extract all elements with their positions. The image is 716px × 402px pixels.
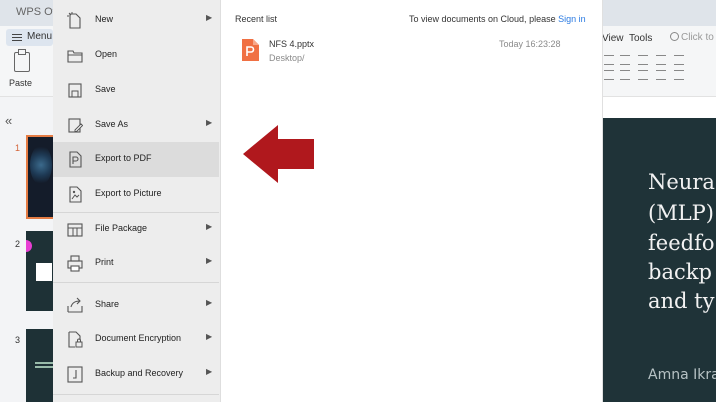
slide-title-line: feedfo xyxy=(648,231,715,255)
align-left-icon[interactable] xyxy=(604,70,614,80)
menu-item-share[interactable]: Share ▶ xyxy=(53,288,219,323)
share-icon xyxy=(67,297,83,313)
file-menu: New ▶ Open Save Save As ▶ Export to PDF xyxy=(53,0,221,402)
search-box[interactable]: Click to xyxy=(670,32,714,43)
submenu-arrow-icon: ▶ xyxy=(206,298,213,307)
menu-item-label: Export to PDF xyxy=(95,153,152,163)
list-icon[interactable] xyxy=(604,55,614,65)
slide-image xyxy=(36,263,52,281)
submenu-arrow-icon: ▶ xyxy=(206,222,213,231)
sign-in-link[interactable]: Sign in xyxy=(558,14,586,24)
submenu-arrow-icon: ▶ xyxy=(206,13,213,22)
menu-item-print[interactable]: Print ▶ xyxy=(53,246,219,281)
menu-item-label: Save xyxy=(95,84,116,94)
slide-canvas[interactable]: Neura (MLP) feedfo backp and ty Amna Ikr… xyxy=(602,118,716,402)
menu-item-label: Export to Picture xyxy=(95,188,162,198)
document-encryption-icon xyxy=(68,331,83,348)
tab-tools[interactable]: Tools xyxy=(629,33,652,44)
menu-item-label: File Package xyxy=(95,223,148,233)
slide-thumbnail-3[interactable] xyxy=(26,329,56,402)
cloud-prompt-text: To view documents on Cloud, please xyxy=(409,14,556,24)
menu-item-document-encryption[interactable]: Document Encryption ▶ xyxy=(53,322,219,357)
save-icon xyxy=(68,83,82,98)
menu-item-backup-and-recovery[interactable]: Backup and Recovery ▶ xyxy=(53,357,219,392)
menu-item-label: Save As xyxy=(95,119,129,129)
menu-item-label: Open xyxy=(95,49,118,59)
menu-button[interactable]: Menu xyxy=(6,29,53,46)
search-placeholder: Click to xyxy=(681,32,714,43)
justify-icon[interactable] xyxy=(656,70,666,80)
paragraph-tools xyxy=(604,55,714,85)
menu-label: Menu xyxy=(27,31,53,42)
recent-file-path: Desktop/ xyxy=(269,53,305,63)
submenu-arrow-icon: ▶ xyxy=(206,367,213,376)
pptx-file-icon[interactable] xyxy=(241,38,260,62)
save-as-icon xyxy=(68,118,83,133)
list-icon[interactable] xyxy=(620,55,630,65)
line-spacing-icon[interactable] xyxy=(674,55,684,65)
slide-thumbnail-1[interactable] xyxy=(26,135,56,219)
menu-item-label: Share xyxy=(95,299,120,309)
red-arrow-left-icon xyxy=(243,125,314,183)
slide-title-line: (MLP) xyxy=(648,201,714,225)
slide-title-line: and ty xyxy=(648,289,715,313)
slide-thumbnail-2[interactable] xyxy=(26,231,56,311)
indent-icon[interactable] xyxy=(638,55,648,65)
submenu-arrow-icon: ▶ xyxy=(206,256,213,265)
menu-item-save-as[interactable]: Save As ▶ xyxy=(53,108,219,143)
menu-item-label: Backup and Recovery xyxy=(95,368,184,378)
menu-item-label: Document Encryption xyxy=(95,333,182,343)
submenu-arrow-icon: ▶ xyxy=(206,118,213,127)
indent-icon[interactable] xyxy=(656,55,666,65)
print-icon xyxy=(67,255,83,272)
distribute-icon[interactable] xyxy=(674,70,684,80)
menu-item-label: Print xyxy=(95,257,114,267)
double-chevron-left-icon[interactable]: « xyxy=(5,113,12,128)
folder-open-icon xyxy=(67,50,83,63)
slide-number: 3 xyxy=(15,335,21,345)
recent-list-header: Recent list xyxy=(235,14,278,24)
menu-item-export-to-picture[interactable]: Export to Picture xyxy=(53,177,219,212)
recent-file-time: Today 16:23:28 xyxy=(499,39,561,49)
menu-item-file-package[interactable]: File Package ▶ xyxy=(53,212,219,247)
menu-divider xyxy=(53,282,219,283)
recent-file-name[interactable]: NFS 4.pptx xyxy=(269,39,314,49)
tab-view[interactable]: View xyxy=(602,33,624,44)
export-pdf-icon xyxy=(69,151,82,168)
search-icon xyxy=(670,32,679,41)
backup-recovery-icon xyxy=(67,366,83,383)
slide-number: 1 xyxy=(15,143,21,153)
cloud-prompt: To view documents on Cloud, please Sign … xyxy=(409,14,586,24)
paste-icon[interactable] xyxy=(14,49,30,72)
slide-title-line: Neura xyxy=(648,170,715,194)
menu-item-label: New xyxy=(95,14,114,24)
paste-button-label[interactable]: Paste xyxy=(9,78,32,88)
align-center-icon[interactable] xyxy=(620,70,630,80)
export-picture-icon xyxy=(69,186,82,203)
slide-number: 2 xyxy=(15,239,21,249)
hamburger-icon xyxy=(12,34,22,41)
menu-item-open[interactable]: Open xyxy=(53,38,219,73)
file-package-icon xyxy=(67,223,83,237)
slide-author: Amna Ikra xyxy=(648,367,716,383)
submenu-arrow-icon: ▶ xyxy=(206,332,213,341)
menu-item-export-to-pdf[interactable]: Export to PDF xyxy=(53,142,219,177)
menu-item-save[interactable]: Save xyxy=(53,73,219,108)
menu-divider xyxy=(53,394,219,395)
slide-decoration xyxy=(26,240,32,252)
slide-title-line: backp xyxy=(648,260,712,284)
recent-list-panel: Recent list To view documents on Cloud, … xyxy=(221,0,603,402)
new-document-icon xyxy=(67,12,81,29)
align-right-icon[interactable] xyxy=(638,70,648,80)
slide-text xyxy=(35,362,53,364)
menu-item-new[interactable]: New ▶ xyxy=(53,3,219,38)
